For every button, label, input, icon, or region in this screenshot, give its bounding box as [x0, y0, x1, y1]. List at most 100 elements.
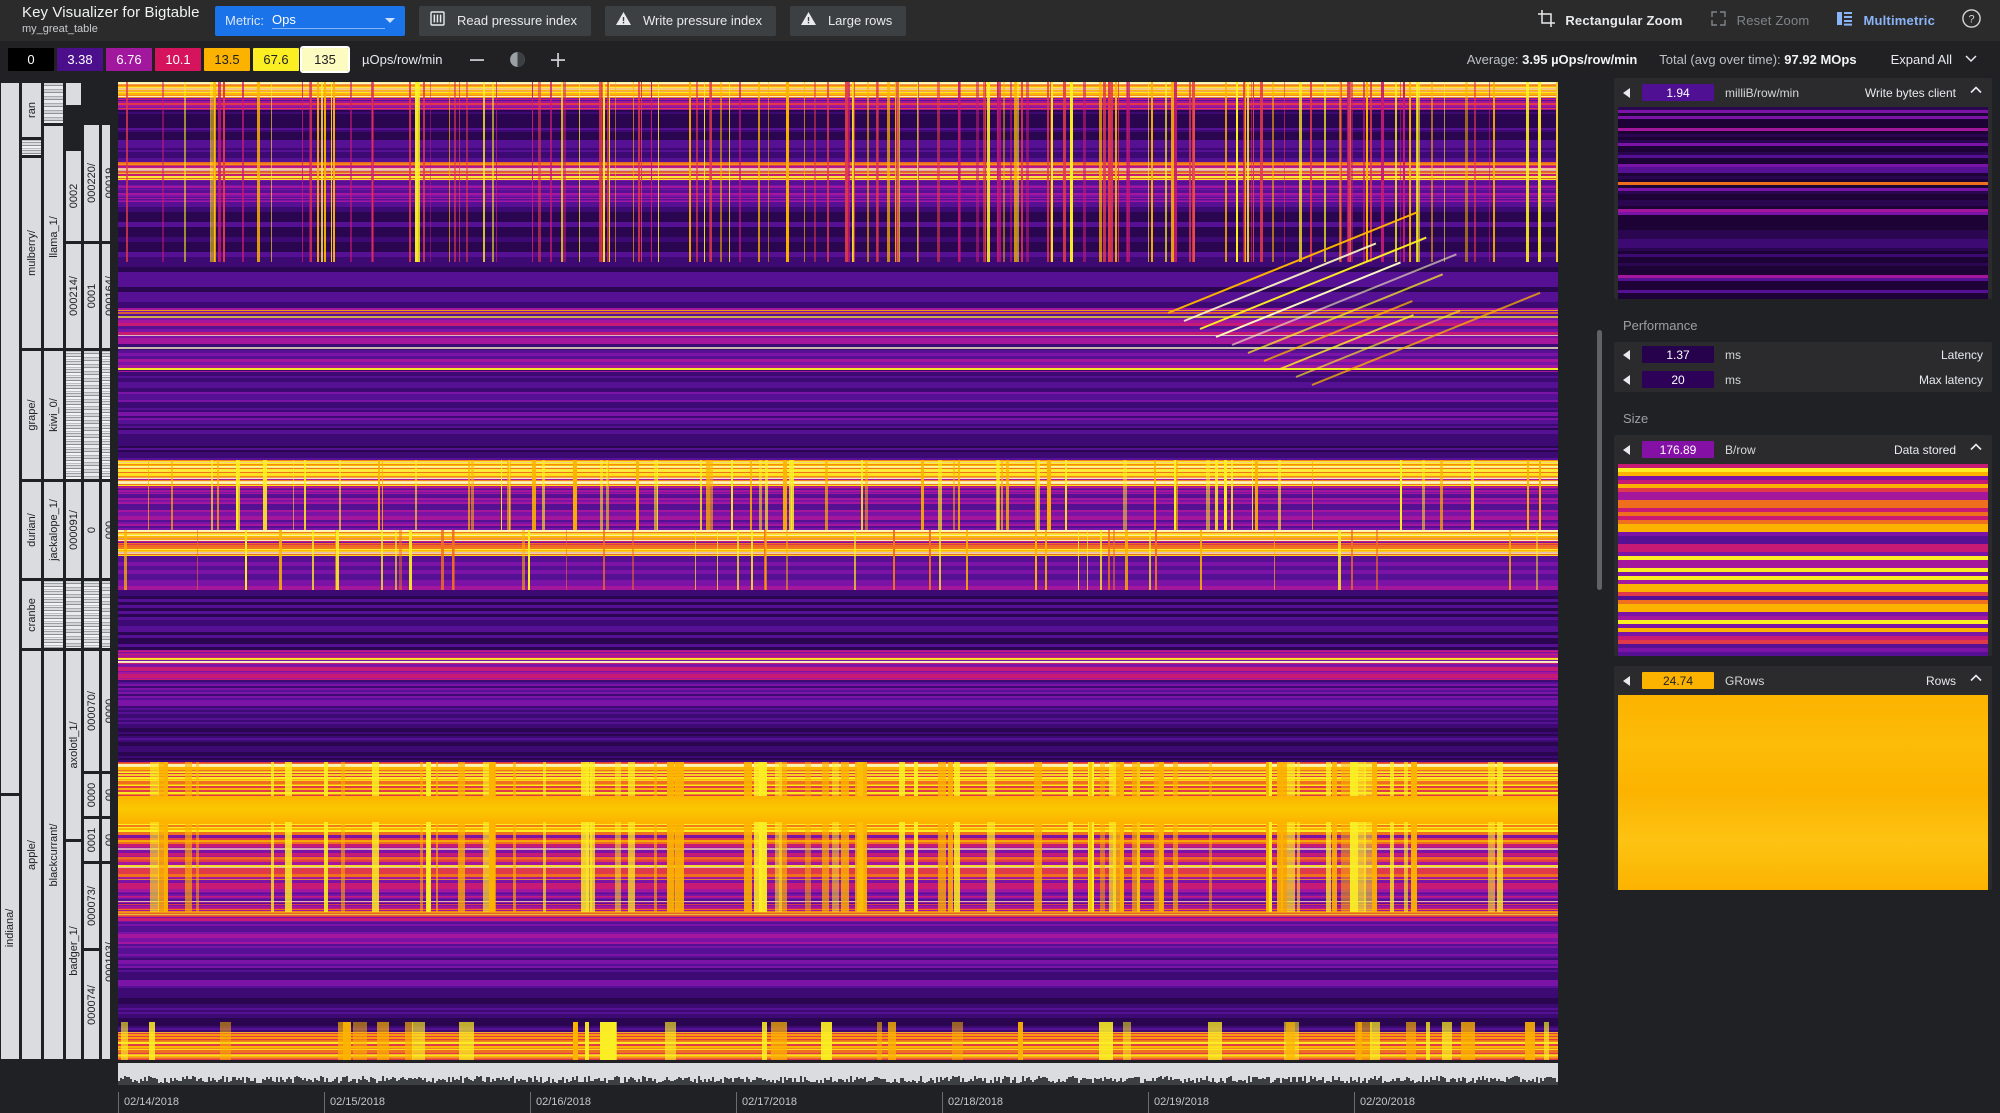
- row-key-cell[interactable]: cranbe: [22, 580, 41, 649]
- chevron-up-icon[interactable]: [1969, 440, 1983, 459]
- main-heatmap[interactable]: [118, 82, 1558, 1060]
- panel-heatmap[interactable]: [1618, 107, 1988, 299]
- row-key-cell[interactable]: [66, 82, 81, 106]
- metric-panel[interactable]: 176.89 B/row Data stored: [1614, 435, 1992, 656]
- heatmap-band: [118, 720, 1558, 762]
- triangle-left-icon[interactable]: [1623, 349, 1630, 360]
- panel-header[interactable]: 24.74 GRows Rows: [1614, 666, 1992, 695]
- triangle-left-icon[interactable]: [1623, 675, 1630, 686]
- multimetric-icon: [1835, 9, 1854, 33]
- row-key-cell[interactable]: 000164/: [102, 243, 110, 349]
- heatmap-spike: [1556, 82, 1558, 262]
- tool-multimetric[interactable]: Multimetric: [1835, 9, 1935, 33]
- legend-stop[interactable]: 0: [8, 48, 54, 71]
- row-key-cell[interactable]: 000220/: [84, 124, 99, 242]
- legend-stop[interactable]: 6.76: [106, 48, 152, 71]
- row-key-cell[interactable]: mulberry/: [22, 157, 41, 349]
- metric-row[interactable]: 1.37 ms Latency: [1614, 342, 1992, 367]
- row-key-cell[interactable]: 000103/: [102, 863, 110, 1060]
- row-key-cell[interactable]: indiana/: [1, 795, 19, 1060]
- row-key-cell[interactable]: [66, 580, 81, 649]
- row-key-cell[interactable]: badger_1/: [66, 841, 81, 1060]
- metric-row[interactable]: 20 ms Max latency: [1614, 367, 1992, 392]
- legend-stop[interactable]: 3.38: [57, 48, 103, 71]
- row-key-cell[interactable]: grape/: [22, 350, 41, 480]
- heatmap-spike: [743, 762, 752, 912]
- row-key-labels[interactable]: indiana/ran mulberry/grape/durian/cranbe a…: [0, 82, 110, 1060]
- timeline-overview[interactable]: [118, 1063, 1558, 1085]
- contrast-icon[interactable]: [508, 50, 527, 69]
- row-key-cell[interactable]: 00: [102, 818, 110, 862]
- panel-header[interactable]: 176.89 B/row Data stored: [1614, 435, 1992, 464]
- triangle-left-icon[interactable]: [1623, 87, 1630, 98]
- zoom-in-button[interactable]: [549, 51, 567, 69]
- row-key-cell[interactable]: [44, 580, 63, 649]
- zoom-out-button[interactable]: [468, 51, 486, 69]
- metric-select[interactable]: Metric: Ops: [215, 5, 405, 36]
- chevron-up-icon[interactable]: [1969, 83, 1983, 102]
- row-key-cell[interactable]: ran: [22, 82, 41, 138]
- legend-stop[interactable]: 135: [300, 46, 350, 73]
- row-key-cell[interactable]: durian/: [22, 481, 41, 579]
- metric-panel[interactable]: 24.74 GRows Rows: [1614, 666, 1992, 890]
- heatmap-spike: [543, 762, 547, 912]
- expand-all-label: Expand All: [1890, 52, 1952, 67]
- row-key-cell[interactable]: 0000: [84, 773, 99, 817]
- row-key-cell[interactable]: [44, 82, 63, 124]
- row-key-cell[interactable]: 00019: [102, 124, 110, 242]
- metrics-sidebar[interactable]: 1.94 milliB/row/min Write bytes client Perf…: [1606, 78, 2000, 1113]
- vertical-scrollbar[interactable]: [1597, 330, 1602, 590]
- heatmap-spike: [605, 460, 608, 530]
- row-key-cell[interactable]: apple/: [22, 650, 41, 1060]
- row-key-cell[interactable]: 000091/: [66, 481, 81, 579]
- row-key-cell[interactable]: 000214/: [66, 243, 81, 349]
- row-key-cell[interactable]: axolotl_1/: [66, 650, 81, 840]
- expand-all-button[interactable]: Expand All: [1891, 51, 1978, 68]
- metric-panel[interactable]: 1.94 milliB/row/min Write bytes client: [1614, 78, 1992, 299]
- triangle-left-icon[interactable]: [1623, 444, 1630, 455]
- panel-header[interactable]: 1.94 milliB/row/min Write bytes client: [1614, 78, 1992, 107]
- row-key-cell[interactable]: [84, 350, 99, 480]
- row-key-cell[interactable]: [102, 350, 110, 480]
- heatmap-spike: [245, 530, 247, 590]
- row-key-cell[interactable]: 0: [84, 481, 99, 579]
- row-key-cell[interactable]: 0000: [102, 650, 110, 772]
- row-key-cell[interactable]: 0001: [84, 243, 99, 349]
- row-key-cell[interactable]: [22, 139, 41, 156]
- row-key-cell[interactable]: jackalope_1/: [44, 481, 63, 579]
- panel-heatmap[interactable]: [1618, 695, 1988, 890]
- row-key-cell[interactable]: 000070/: [84, 650, 99, 772]
- tool-reset-zoom[interactable]: Reset Zoom: [1709, 9, 1810, 33]
- row-key-cell[interactable]: llama_1/: [44, 125, 63, 349]
- row-key-cell[interactable]: 000073/: [84, 863, 99, 949]
- legend-stop[interactable]: 10.1: [155, 48, 201, 71]
- legend-stop[interactable]: 67.6: [253, 48, 299, 71]
- triangle-left-icon[interactable]: [1623, 374, 1630, 385]
- row-key-cell[interactable]: 000074/: [84, 950, 99, 1060]
- panel-heatmap[interactable]: [1618, 464, 1988, 656]
- row-key-cell[interactable]: [102, 580, 110, 649]
- row-key-cell[interactable]: blackcurrant/: [44, 650, 63, 1060]
- row-key-cell[interactable]: 0001: [84, 818, 99, 862]
- heatmap-spike: [847, 82, 850, 262]
- row-key-cell[interactable]: 0002: [66, 150, 81, 242]
- heatmap-spike: [758, 82, 760, 262]
- heatmap-spike: [899, 762, 906, 912]
- chevron-up-icon[interactable]: [1969, 671, 1983, 690]
- tool-rectangular-zoom[interactable]: Rectangular Zoom: [1537, 9, 1682, 33]
- row-key-cell[interactable]: [84, 580, 99, 649]
- color-legend[interactable]: 0 3.38 6.76 10.1 13.5 67.6 135: [8, 46, 351, 73]
- chip-read-pressure-index[interactable]: Read pressure index: [419, 5, 591, 36]
- chip-write-pressure-index[interactable]: Write pressure index: [604, 5, 776, 36]
- metric-panel[interactable]: 1.37 ms Latency 20 ms Max latency: [1614, 342, 1992, 392]
- row-key-cell[interactable]: 00: [102, 773, 110, 817]
- row-key-cell[interactable]: [66, 350, 81, 480]
- row-key-cell[interactable]: 000: [102, 481, 110, 579]
- chip-large-rows[interactable]: Large rows: [789, 5, 907, 36]
- legend-stop[interactable]: 13.5: [204, 48, 250, 71]
- help-circle-icon[interactable]: ?: [1961, 8, 1982, 34]
- row-key-cell[interactable]: kiwi_0/: [44, 350, 63, 480]
- row-key-cell[interactable]: [1, 82, 19, 794]
- heatmap-spike: [147, 460, 149, 530]
- heatmap-band: [118, 992, 1558, 1032]
